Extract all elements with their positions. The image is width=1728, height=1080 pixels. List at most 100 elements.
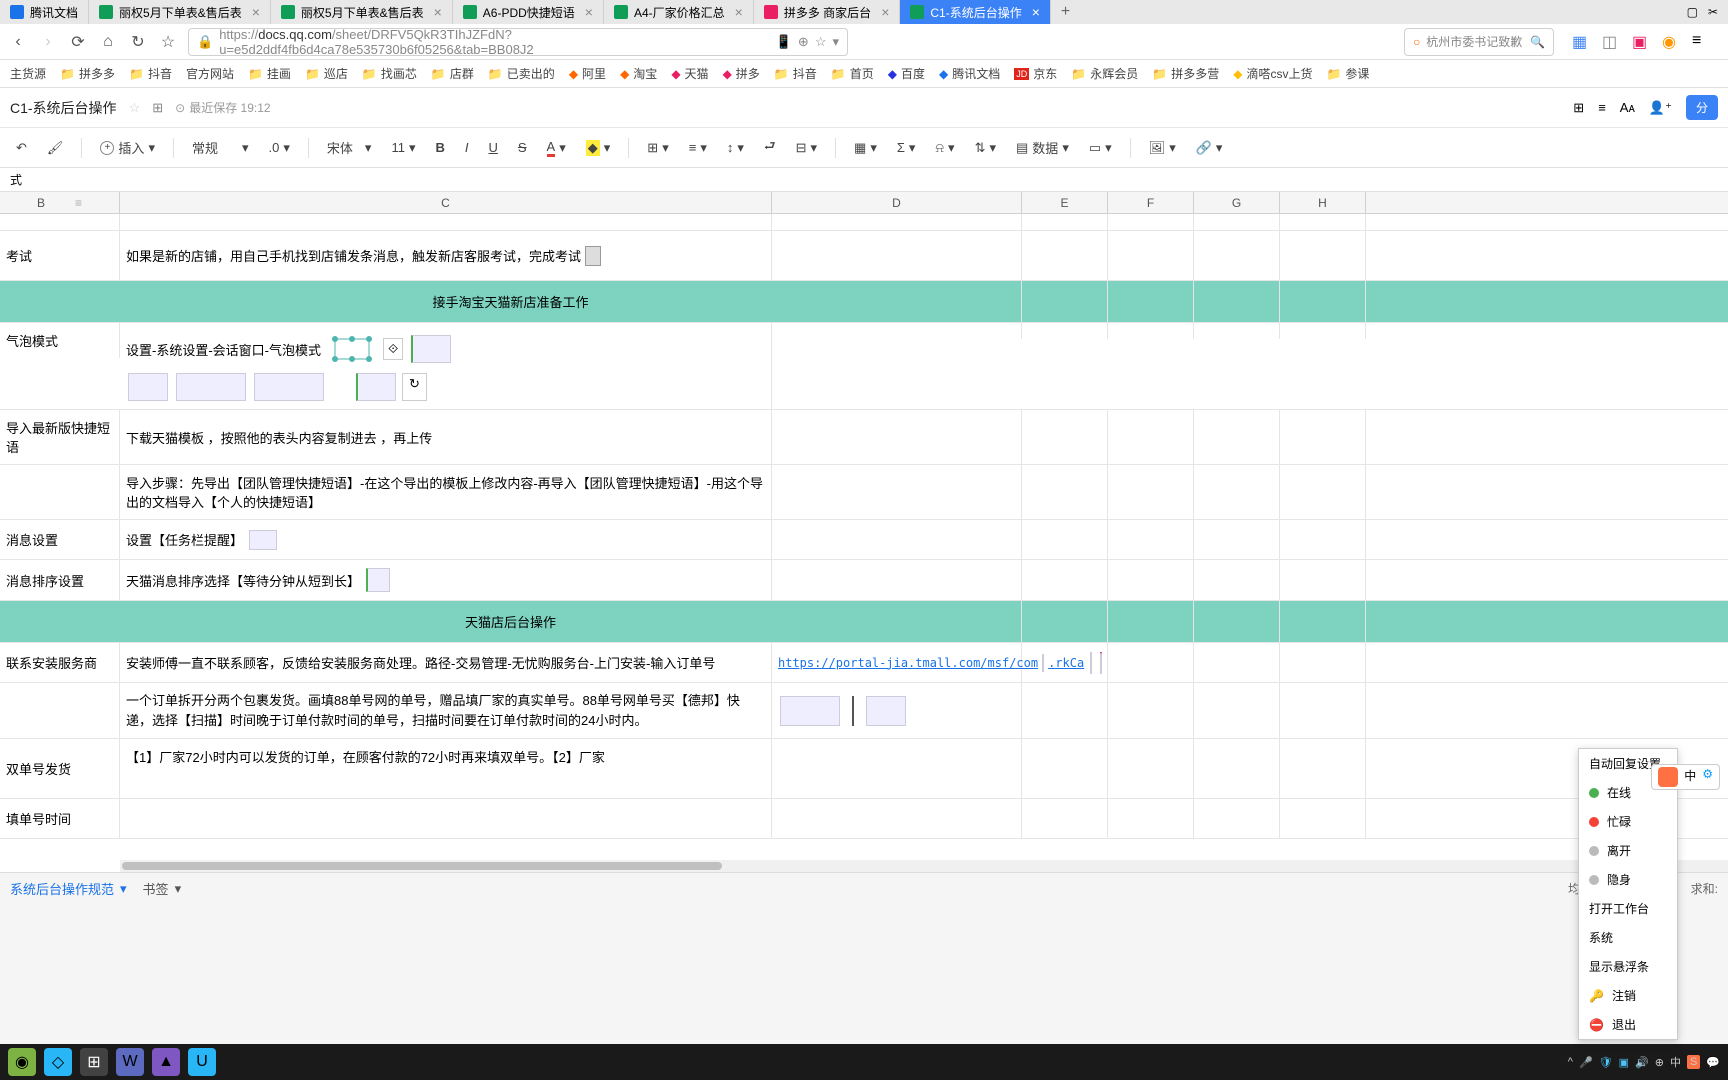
sogou-icon[interactable] <box>1658 767 1678 787</box>
tray-app-icon[interactable]: ▣ <box>1619 1056 1629 1069</box>
diagram-thumbnail[interactable] <box>327 331 377 367</box>
search-icon[interactable]: 🔍 <box>1530 35 1545 49</box>
table-row[interactable]: 气泡模式 设置-系统设置-会话窗口-气泡模式 ⟐ ↻ <box>0 323 1728 410</box>
bookmark-item[interactable]: ◆天猫 <box>671 65 708 82</box>
formula-bar[interactable]: 式 <box>0 168 1728 192</box>
redo-button[interactable]: ↻ <box>128 32 148 52</box>
image-thumbnail[interactable] <box>128 373 168 401</box>
sheet-tab[interactable]: 系统后台操作规范▾ <box>10 879 127 898</box>
wrap-button[interactable]: ⮐ <box>758 133 782 163</box>
tab-sheet-4[interactable]: A4-厂家价格汇总× <box>604 0 754 24</box>
text-color-button[interactable]: A▾ <box>541 135 572 161</box>
bookmark-item[interactable]: 📁已卖出的 <box>488 65 555 82</box>
border-button[interactable]: ⊞▾ <box>641 136 674 160</box>
add-person-icon[interactable]: ⊞ <box>1573 100 1584 116</box>
scissors-icon[interactable]: ✂ <box>1708 5 1718 19</box>
sort-button[interactable]: ⇅▾ <box>969 136 1002 160</box>
tray-volume-icon[interactable]: 🔊 <box>1635 1056 1649 1069</box>
tray-expand-icon[interactable]: ^ <box>1568 1056 1573 1068</box>
dropdown-icon[interactable]: ▾ <box>832 34 839 50</box>
undo-button[interactable]: ↶ <box>10 136 33 160</box>
insert-button[interactable]: +插入▾ <box>94 134 161 161</box>
table-row[interactable]: 消息设置 设置【任务栏提醒】 <box>0 520 1728 560</box>
fill-color-button[interactable]: ◆▾ <box>580 136 617 160</box>
cell[interactable] <box>772 683 1022 738</box>
ext1-icon[interactable]: ◫ <box>1602 32 1622 52</box>
star-icon[interactable]: ☆ <box>158 32 178 52</box>
tray-network-icon[interactable]: ⊕ <box>1655 1056 1664 1069</box>
menu-exit[interactable]: ⛔退出 <box>1579 1010 1677 1039</box>
bookmark-item[interactable]: 📁找画芯 <box>362 65 417 82</box>
text-style-icon[interactable]: Aᴀ <box>1620 100 1635 115</box>
cell[interactable]: https://portal-jia.tmall.com/msf/com .rk… <box>772 643 1022 682</box>
col-header[interactable]: H <box>1280 192 1366 213</box>
filter-icon[interactable]: ≡ <box>75 196 82 210</box>
tray-notify-icon[interactable]: 💬 <box>1706 1056 1720 1069</box>
menu-show-float[interactable]: 显示悬浮条 <box>1579 952 1677 981</box>
bookmark-item[interactable]: 📁巡店 <box>305 65 348 82</box>
bookmark-item[interactable]: JD京东 <box>1014 65 1057 82</box>
ime-floating-bar[interactable]: 中 ⚙ <box>1651 764 1720 790</box>
bookmark-item[interactable]: 📁永辉会员 <box>1071 65 1138 82</box>
tab-pdd[interactable]: 拼多多 商家后台× <box>754 0 901 24</box>
close-icon[interactable]: × <box>252 4 260 20</box>
cell[interactable]: 填单号时间 <box>0 799 120 838</box>
grid-icon[interactable]: ▦ <box>1572 32 1592 52</box>
filter-button[interactable]: ⍾▾ <box>929 136 960 160</box>
bookmark-item[interactable]: ◆淘宝 <box>620 65 657 82</box>
cell[interactable]: 双单号发货 <box>0 739 120 798</box>
link-button[interactable]: 🔗▾ <box>1190 136 1229 160</box>
data-button[interactable]: ▤数据▾ <box>1010 134 1075 161</box>
bookmark-item[interactable]: ◆腾讯文档 <box>939 65 1000 82</box>
cell[interactable]: 气泡模式 <box>0 323 120 358</box>
link[interactable]: https://portal-jia.tmall.com/msf/com <box>778 656 1038 670</box>
start-button[interactable]: ◉ <box>8 1048 36 1076</box>
cell[interactable]: 导入最新版快捷短语 <box>0 410 120 464</box>
image-thumbnail[interactable] <box>176 373 246 401</box>
bookmark-item[interactable]: 主货源 <box>10 65 46 82</box>
tab-list-icon[interactable]: ▢ <box>1687 5 1698 19</box>
tray-ime-icon[interactable]: 中 <box>1670 1054 1681 1070</box>
bookmark-star-icon[interactable]: ☆ <box>815 34 827 50</box>
ext2-icon[interactable]: ▣ <box>1632 32 1652 52</box>
image-thumbnail[interactable] <box>866 696 906 726</box>
image-thumbnail[interactable] <box>366 568 390 592</box>
partial-row[interactable] <box>0 214 1728 231</box>
tray-sogou-icon[interactable]: S <box>1687 1055 1700 1069</box>
ime-lang[interactable]: 中 <box>1684 767 1696 787</box>
tray-mic-icon[interactable]: 🎤 <box>1579 1056 1593 1069</box>
cell[interactable]: 消息设置 <box>0 520 120 559</box>
bookmark-item[interactable]: ◆拼多 <box>723 65 760 82</box>
task-app-4[interactable]: ▲ <box>152 1048 180 1076</box>
bookmark-item[interactable]: 📁挂画 <box>248 65 291 82</box>
image-thumbnail[interactable] <box>249 530 277 550</box>
format-paint-button[interactable]: 🖌 <box>41 136 70 160</box>
horizontal-scrollbar[interactable] <box>120 860 1728 872</box>
cell[interactable]: 【1】厂家72小时内可以发货的订单，在顾客付款的72小时再来填双单号。【2】厂家 <box>120 739 772 798</box>
cell[interactable]: 考试 <box>0 231 120 280</box>
list-icon[interactable]: ≡ <box>1598 100 1606 115</box>
table-row[interactable]: 双单号发货 【1】厂家72小时内可以发货的订单，在顾客付款的72小时再来填双单号… <box>0 739 1728 799</box>
col-header[interactable]: B≡ <box>0 192 120 213</box>
image-thumbnail[interactable] <box>585 246 601 266</box>
section-header-row[interactable]: 天猫店后台操作 <box>0 601 1728 643</box>
crop-icon[interactable]: ⟐ <box>383 338 403 360</box>
tab-current[interactable]: C1-系统后台操作× <box>900 0 1051 24</box>
collab-icon[interactable]: 👤⁺ <box>1649 100 1672 116</box>
bookmark-item[interactable]: 📁抖音 <box>774 65 817 82</box>
cell[interactable]: 联系安装服务商 <box>0 643 120 682</box>
table-row[interactable]: 导入步骤：先导出【团队管理快捷短语】-在这个导出的模板上修改内容-再导入【团队管… <box>0 465 1728 520</box>
underline-button[interactable]: U <box>482 136 503 159</box>
bookmark-item[interactable]: 📁拼多多营 <box>1152 65 1219 82</box>
cell[interactable]: 天猫消息排序选择【等待分钟从短到长】 <box>120 560 772 600</box>
bookmark-item[interactable]: 📁首页 <box>831 65 874 82</box>
menu-away[interactable]: 离开 <box>1579 836 1677 865</box>
task-app-1[interactable]: ◇ <box>44 1048 72 1076</box>
bookmark-item[interactable]: 📁店群 <box>431 65 474 82</box>
cell[interactable]: 导入步骤：先导出【团队管理快捷短语】-在这个导出的模板上修改内容-再导入【团队管… <box>120 465 772 519</box>
freeze-button[interactable]: ▭▾ <box>1083 136 1118 160</box>
section-header-row[interactable]: 接手淘宝天猫新店准备工作 <box>0 281 1728 323</box>
sheet-tab-bookmark[interactable]: 书签▾ <box>143 879 182 898</box>
menu-logout[interactable]: 🔑注销 <box>1579 981 1677 1010</box>
image-thumbnail[interactable] <box>254 373 324 401</box>
